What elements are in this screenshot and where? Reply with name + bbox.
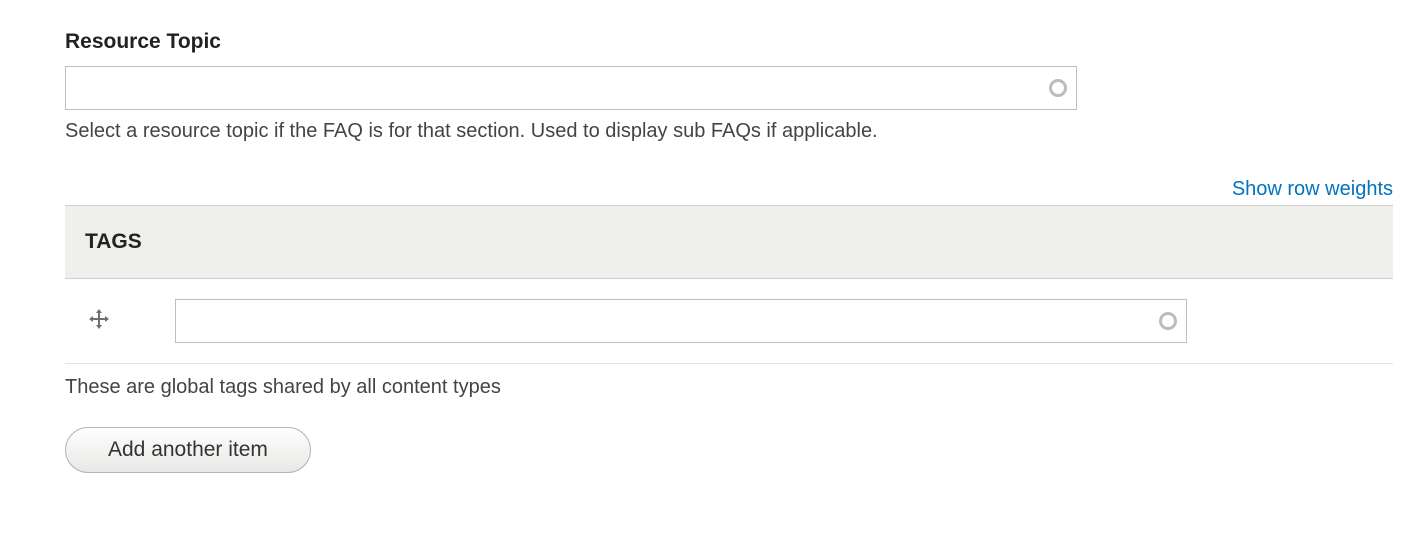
- tag-input-wrap: [175, 299, 1187, 343]
- resource-topic-label: Resource Topic: [65, 30, 1393, 54]
- tags-description: These are global tags shared by all cont…: [65, 376, 1393, 399]
- show-row-weights-wrap: Show row weights: [65, 178, 1393, 201]
- show-row-weights-link[interactable]: Show row weights: [1232, 178, 1393, 200]
- autocomplete-throbber-icon: [1049, 79, 1067, 97]
- resource-topic-description: Select a resource topic if the FAQ is fo…: [65, 120, 1393, 143]
- resource-topic-input-wrap: [65, 66, 1077, 110]
- resource-topic-input[interactable]: [65, 66, 1077, 110]
- tag-input[interactable]: [175, 299, 1187, 343]
- drag-handle-icon[interactable]: [87, 307, 111, 336]
- table-row: [65, 279, 1393, 364]
- tags-header: TAGS: [65, 206, 1393, 279]
- autocomplete-throbber-icon: [1159, 312, 1177, 330]
- tags-table: TAGS: [65, 205, 1393, 364]
- add-another-item-button[interactable]: Add another item: [65, 427, 311, 473]
